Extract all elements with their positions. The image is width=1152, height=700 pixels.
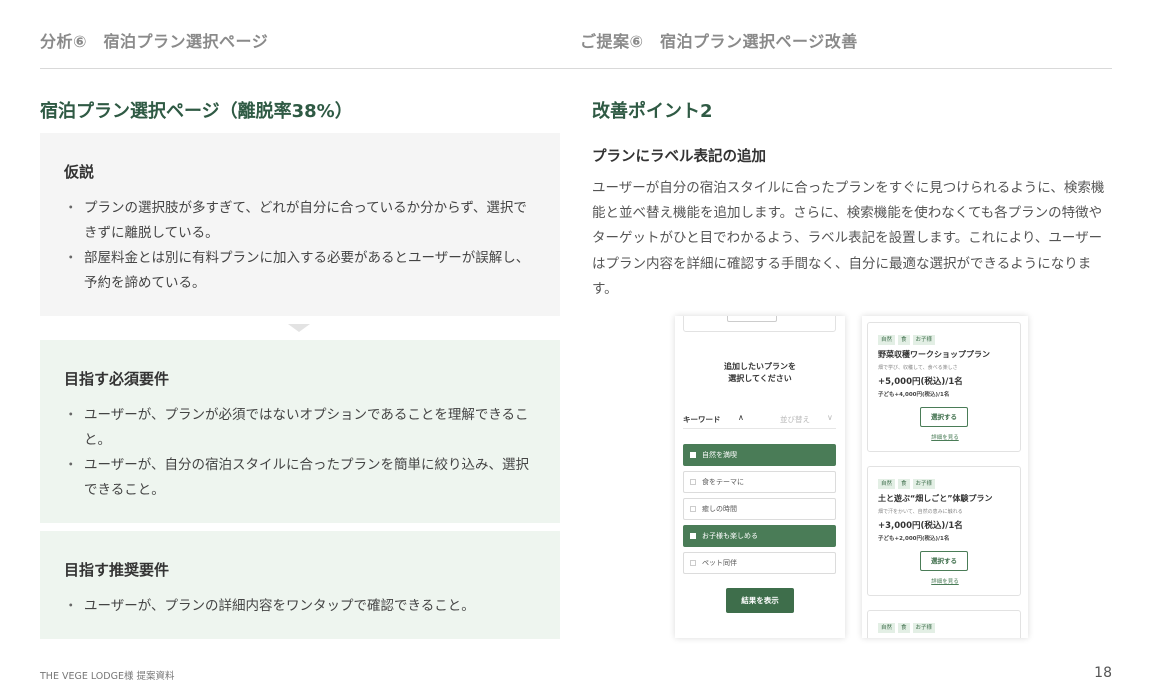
mock-divider bbox=[683, 428, 836, 429]
list-item: ユーザーが、プランが必須ではないオプションであることを理解できること。 bbox=[64, 403, 536, 453]
filter-chip-nature[interactable]: 自然を満喫 bbox=[683, 444, 836, 466]
footer-company: THE VEGE LODGE様 提案資料 bbox=[40, 671, 175, 682]
plan-tag: お子様 bbox=[912, 623, 936, 633]
mock-prompt-line1: 追加したいプランを bbox=[724, 362, 796, 371]
filter-chip-relax[interactable]: 癒しの時間 bbox=[683, 498, 836, 520]
recommended-heading: 目指す推奨要件 bbox=[64, 561, 170, 579]
plan-price: +3,000円(税込)/1名 bbox=[878, 521, 963, 531]
plan-child-price: 子ども+2,000円(税込)/1名 bbox=[878, 536, 950, 542]
plan-tag: 食 bbox=[898, 479, 910, 489]
left-section-title: 宿泊プラン選択ページ（離脱率38%） bbox=[40, 101, 353, 122]
checkbox-icon bbox=[690, 506, 696, 512]
sort-dropdown-label[interactable]: 並び替え bbox=[780, 414, 810, 425]
header-left-title: 分析⑥ 宿泊プラン選択ページ bbox=[40, 32, 269, 51]
details-link[interactable]: 詳細を見る bbox=[868, 577, 1022, 585]
list-item: 部屋料金とは別に有料プランに加入する必要があるとユーザーが誤解し、予約を諦めてい… bbox=[64, 246, 536, 296]
checkbox-icon bbox=[690, 533, 696, 539]
required-list: ユーザーが、プランが必須ではないオプションであることを理解できること。 ユーザー… bbox=[64, 403, 536, 503]
recommended-list: ユーザーが、プランの詳細内容をワンタップで確認できること。 bbox=[64, 594, 536, 619]
plan-description: 畑で汗をかいて、自然の恵みに触れる bbox=[878, 509, 963, 515]
right-section-title: 改善ポイント2 bbox=[592, 101, 713, 122]
filter-chip-label: 自然を満喫 bbox=[702, 451, 737, 459]
plan-tags: 自然 食 お子様 bbox=[878, 623, 936, 633]
header-right-title: ご提案⑥ 宿泊プラン選択ページ改善 bbox=[580, 32, 858, 51]
checkbox-icon bbox=[690, 452, 696, 458]
select-plan-button[interactable]: 選択する bbox=[920, 551, 968, 571]
plan-tag: 自然 bbox=[878, 623, 896, 633]
filter-screen-mockup: 追加したいプランを 選択してください キーワード ∧ 並び替え ∨ 自然を満喫 … bbox=[675, 316, 845, 638]
list-item: プランの選択肢が多すぎて、どれが自分に合っているか分からず、選択できずに離脱して… bbox=[64, 196, 536, 246]
plan-card: 自然 食 お子様 野菜収穫ワークショッププラン 畑で学び、収穫して、食べる楽しさ… bbox=[867, 322, 1021, 452]
list-item: ユーザーが、自分の宿泊スタイルに合ったプランを簡単に絞り込み、選択できること。 bbox=[64, 453, 536, 503]
checkbox-icon bbox=[690, 560, 696, 566]
down-arrow-icon bbox=[288, 324, 310, 332]
filter-chip-pet[interactable]: ペット同伴 bbox=[683, 552, 836, 574]
plan-tag: 食 bbox=[898, 335, 910, 345]
plan-description: 畑で学び、収穫して、食べる楽しさ bbox=[878, 365, 958, 371]
filter-chip-food[interactable]: 食をテーマに bbox=[683, 471, 836, 493]
recommended-panel: 目指す推奨要件 ユーザーが、プランの詳細内容をワンタップで確認できること。 bbox=[40, 531, 560, 639]
keyword-toggle-label[interactable]: キーワード bbox=[683, 414, 721, 425]
chevron-down-icon[interactable]: ∨ bbox=[827, 413, 833, 422]
improvement-subtitle: プランにラベル表記の追加 bbox=[592, 149, 766, 165]
checkbox-icon bbox=[690, 479, 696, 485]
filter-chip-label: 癒しの時間 bbox=[702, 505, 737, 513]
hypothesis-heading: 仮説 bbox=[64, 163, 95, 181]
filter-chip-kids[interactable]: お子様も楽しめる bbox=[683, 525, 836, 547]
plan-tags: 自然 食 お子様 bbox=[878, 335, 936, 345]
show-results-button[interactable]: 結果を表示 bbox=[726, 588, 794, 613]
plan-tag: 食 bbox=[898, 623, 910, 633]
hypothesis-list: プランの選択肢が多すぎて、どれが自分に合っているか分からず、選択できずに離脱して… bbox=[64, 196, 536, 296]
plan-card: 自然 食 お子様 土と遊ぶ“畑しごと”体験プラン 畑で汗をかいて、自然の恵みに触… bbox=[867, 466, 1021, 596]
header-divider bbox=[40, 68, 1112, 69]
plan-name: 野菜収穫ワークショッププラン bbox=[878, 350, 990, 359]
hypothesis-panel: 仮説 プランの選択肢が多すぎて、どれが自分に合っているか分からず、選択できずに離… bbox=[40, 133, 560, 316]
required-panel: 目指す必須要件 ユーザーが、プランが必須ではないオプションであることを理解できる… bbox=[40, 340, 560, 523]
list-item: ユーザーが、プランの詳細内容をワンタップで確認できること。 bbox=[64, 594, 536, 619]
plan-price: +5,000円(税込)/1名 bbox=[878, 377, 963, 387]
filter-chip-label: ペット同伴 bbox=[702, 559, 737, 567]
plan-tag: 自然 bbox=[878, 335, 896, 345]
plan-child-price: 子ども+4,000円(税込)/1名 bbox=[878, 392, 950, 398]
filter-chip-label: 食をテーマに bbox=[702, 478, 744, 486]
mock-top-button bbox=[727, 316, 777, 322]
chevron-up-icon[interactable]: ∧ bbox=[738, 413, 744, 422]
mock-prompt-line2: 選択してください bbox=[728, 374, 792, 383]
plan-list-mockup: 自然 食 お子様 野菜収穫ワークショッププラン 畑で学び、収穫して、食べる楽しさ… bbox=[862, 316, 1028, 638]
required-heading: 目指す必須要件 bbox=[64, 370, 170, 388]
plan-card: 自然 食 お子様 bbox=[867, 610, 1021, 638]
select-plan-button[interactable]: 選択する bbox=[920, 407, 968, 427]
plan-tags: 自然 食 お子様 bbox=[878, 479, 936, 489]
plan-tag: 自然 bbox=[878, 479, 896, 489]
improvement-description: ユーザーが自分の宿泊スタイルに合ったプランをすぐに見つけられるように、検索機能と… bbox=[592, 180, 1105, 297]
filter-chip-label: お子様も楽しめる bbox=[702, 532, 758, 540]
details-link[interactable]: 詳細を見る bbox=[868, 433, 1022, 441]
plan-tag: お子様 bbox=[912, 335, 936, 345]
plan-tag: お子様 bbox=[912, 479, 936, 489]
plan-name: 土と遊ぶ“畑しごと”体験プラン bbox=[878, 494, 993, 503]
page-number: 18 bbox=[1094, 665, 1112, 681]
